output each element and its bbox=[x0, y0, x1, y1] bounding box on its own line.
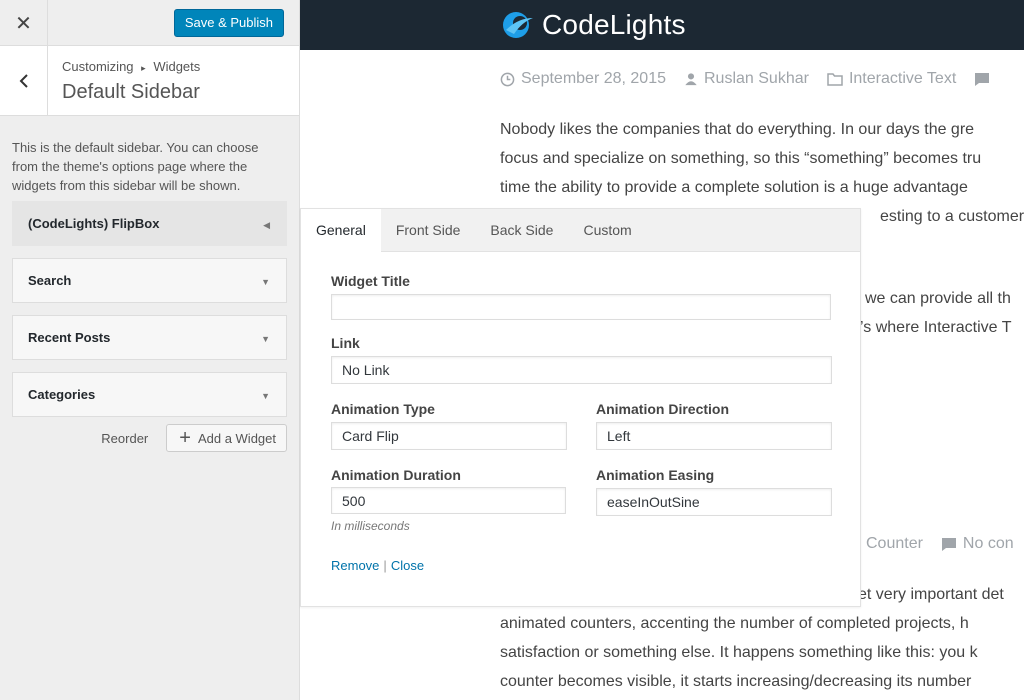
form-actions: Remove | Close bbox=[331, 558, 424, 573]
section-header: Customizing ▸ Widgets Default Sidebar bbox=[0, 46, 299, 116]
animation-duration-hint: In milliseconds bbox=[331, 519, 410, 533]
form-tabs: General Front Side Back Side Custom bbox=[301, 209, 860, 253]
widget-actions: Reorder + Add a Widget bbox=[0, 424, 299, 452]
post-date-item: September 28, 2015 bbox=[500, 70, 666, 88]
caret-down-icon: ▼ bbox=[261, 334, 270, 344]
breadcrumb-root: Customizing bbox=[62, 59, 134, 74]
link-separator: | bbox=[383, 558, 387, 573]
add-widget-button[interactable]: + Add a Widget bbox=[166, 424, 287, 452]
breadcrumb-current: Widgets bbox=[153, 59, 201, 74]
widget-item-flipbox[interactable]: (CodeLights) FlipBox ◀ bbox=[12, 201, 287, 246]
plus-icon: + bbox=[179, 427, 191, 449]
animation-duration-label: Animation Duration bbox=[331, 467, 461, 483]
user-icon bbox=[685, 73, 697, 86]
animation-duration-input[interactable]: 500 bbox=[331, 487, 566, 514]
post2-comments[interactable]: No con bbox=[963, 535, 1014, 553]
post2-meta: Counter No con bbox=[866, 535, 1014, 553]
caret-left-icon: ◀ bbox=[263, 220, 270, 230]
widget-item-recent-posts[interactable]: Recent Posts ▼ bbox=[12, 315, 287, 360]
caret-down-icon: ▼ bbox=[261, 391, 270, 401]
save-publish-button[interactable]: Save & Publish bbox=[173, 9, 284, 37]
sidebar-description: This is the default sidebar. You can cho… bbox=[12, 140, 259, 193]
codelights-logo-icon bbox=[503, 12, 533, 38]
text-line: counter becomes visible, it starts incre… bbox=[500, 673, 972, 690]
close-link[interactable]: Close bbox=[391, 558, 424, 573]
post-author-item: Ruslan Sukhar bbox=[684, 70, 809, 88]
widget-list: (CodeLights) FlipBox ◀ Search ▼ Recent P… bbox=[0, 201, 299, 417]
animation-type-select[interactable]: Card Flip bbox=[331, 422, 567, 450]
comment-icon bbox=[975, 72, 990, 86]
link-input[interactable]: No Link bbox=[331, 356, 832, 384]
caret-down-icon: ▼ bbox=[261, 277, 270, 287]
close-icon: ✕ bbox=[15, 12, 32, 35]
post-meta: September 28, 2015 Ruslan Sukhar Interac… bbox=[500, 70, 1014, 88]
animation-direction-select[interactable]: Left bbox=[596, 422, 832, 450]
add-widget-label: Add a Widget bbox=[197, 430, 276, 446]
tab-front-side[interactable]: Front Side bbox=[381, 209, 476, 251]
post-category[interactable]: Interactive Text bbox=[849, 70, 956, 88]
customizer-header: ✕ Save & Publish bbox=[0, 0, 299, 46]
widget-item-categories[interactable]: Categories ▼ bbox=[12, 372, 287, 417]
tab-back-side[interactable]: Back Side bbox=[475, 209, 568, 251]
site-header: CodeLights bbox=[300, 0, 1024, 50]
post-author[interactable]: Ruslan Sukhar bbox=[704, 70, 809, 88]
animation-type-label: Animation Type bbox=[331, 401, 435, 417]
widget-item-search[interactable]: Search ▼ bbox=[12, 258, 287, 303]
site-logo[interactable]: CodeLights bbox=[500, 9, 686, 41]
form-body: Widget Title Link No Link Animation Type… bbox=[301, 252, 860, 573]
widget-title-label: Widget Title bbox=[331, 273, 410, 289]
back-button[interactable] bbox=[0, 46, 48, 116]
tab-general[interactable]: General bbox=[301, 209, 381, 253]
animation-direction-label: Animation Direction bbox=[596, 401, 730, 417]
chevron-left-icon bbox=[19, 74, 28, 88]
animation-easing-select[interactable]: easeInOutSine bbox=[596, 488, 832, 516]
post2-category[interactable]: Counter bbox=[866, 535, 923, 553]
link-label: Link bbox=[331, 335, 360, 351]
widget-item-label: Categories bbox=[28, 387, 96, 402]
widget-title-input[interactable] bbox=[331, 294, 831, 320]
post-date[interactable]: September 28, 2015 bbox=[521, 70, 666, 88]
post-category-item: Interactive Text bbox=[827, 70, 956, 88]
text-line: animated counters, accenting the number … bbox=[500, 615, 969, 632]
folder-icon bbox=[827, 73, 843, 86]
widget-item-label: (CodeLights) FlipBox bbox=[28, 216, 160, 231]
text-line: time the ability to provide a complete s… bbox=[500, 179, 968, 196]
reorder-link[interactable]: Reorder bbox=[101, 431, 148, 446]
clock-icon bbox=[500, 72, 515, 86]
text-line: satisfaction or something else. It happe… bbox=[500, 644, 978, 661]
tab-custom[interactable]: Custom bbox=[568, 209, 646, 251]
flipbox-widget-form: General Front Side Back Side Custom Widg… bbox=[300, 208, 861, 607]
text-line: Nobody likes the companies that do every… bbox=[500, 121, 975, 138]
close-customizer-button[interactable]: ✕ bbox=[0, 0, 48, 46]
customizer-panel: ✕ Save & Publish Customizing ▸ Widgets D… bbox=[0, 0, 300, 700]
widget-item-label: Search bbox=[28, 273, 72, 288]
breadcrumb-separator: ▸ bbox=[141, 63, 146, 73]
text-line: focus and specialize on something, so th… bbox=[500, 150, 982, 167]
site-brand-name: CodeLights bbox=[542, 9, 686, 40]
comment-icon bbox=[941, 537, 956, 551]
remove-link[interactable]: Remove bbox=[331, 558, 379, 573]
animation-easing-label: Animation Easing bbox=[596, 467, 715, 483]
breadcrumb: Customizing ▸ Widgets bbox=[62, 59, 200, 74]
post-comments-item bbox=[974, 72, 996, 87]
widget-item-label: Recent Posts bbox=[28, 330, 111, 345]
section-title: Default Sidebar bbox=[62, 81, 200, 103]
